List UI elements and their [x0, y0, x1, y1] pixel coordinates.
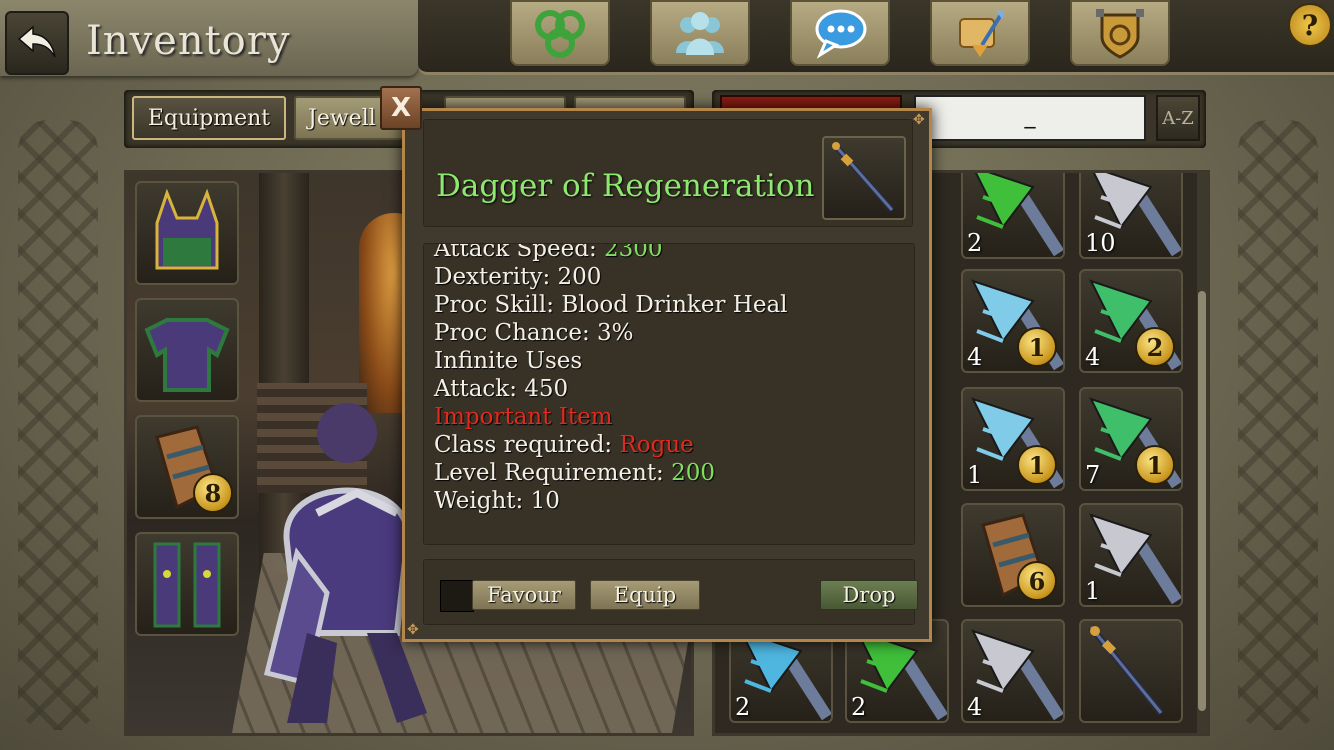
favour-checkbox[interactable] [440, 580, 474, 612]
page-title: Inventory [86, 18, 291, 64]
stat-dexterity: Dexterity: 200 [434, 264, 602, 290]
inventory-slot[interactable]: 10 [1079, 173, 1183, 259]
drop-button[interactable]: Drop [820, 580, 918, 610]
chat-bubble-icon [815, 9, 867, 59]
inventory-slot[interactable]: 11 [961, 387, 1065, 491]
corner-ornament: ✥ [913, 112, 925, 128]
popup-actions: Favour Equip Drop [423, 559, 918, 625]
nav-button-skills[interactable] [510, 0, 610, 66]
stat-proc-skill: Proc Skill: Blood Drinker Heal [434, 292, 788, 318]
inventory-slot[interactable]: 42 [1079, 269, 1183, 373]
equipment-slot-head[interactable] [135, 181, 239, 285]
sort-az-button[interactable]: A-Z [1156, 95, 1200, 141]
back-arrow-icon [17, 25, 56, 58]
inventory-slot[interactable]: 41 [961, 269, 1065, 373]
item-count: 2 [735, 693, 751, 721]
nav-button-quests[interactable] [930, 0, 1030, 66]
inventory-slot[interactable]: 1 [1079, 503, 1183, 607]
quest-scroll-icon [959, 10, 1004, 57]
item-stats: Attack Speed: 2300 Dexterity: 200 Proc S… [423, 243, 915, 545]
chest-armor-icon [144, 318, 230, 392]
stat-label: Attack Speed: [434, 243, 597, 262]
stat-level-requirement: Level Requirement: 200 [434, 460, 715, 486]
item-level-badge: 1 [1135, 445, 1175, 485]
item-level-badge: 6 [1017, 561, 1057, 601]
scrollbar-thumb[interactable] [1198, 291, 1206, 711]
item-count: 7 [1085, 461, 1101, 489]
stat-value: 200 [671, 460, 716, 486]
corner-ornament: ✥ [407, 622, 419, 638]
greaves-icon [153, 542, 221, 628]
stat-attack-speed: Attack Speed: 2300 [434, 243, 663, 262]
dagger-icon [1088, 624, 1164, 716]
popup-header: Dagger of Regeneration [423, 119, 913, 227]
stat-attack: Attack: 450 [434, 376, 569, 402]
inventory-slot[interactable]: 2 [961, 173, 1065, 259]
top-nav-bar: ? [418, 0, 1334, 75]
item-title: Dagger of Regeneration [436, 168, 815, 204]
item-count: 4 [967, 693, 983, 721]
celtic-knot-border-left [18, 120, 98, 730]
inventory-slot[interactable]: 4 [961, 619, 1065, 723]
equipment-slot-bracers[interactable]: 8 [135, 415, 239, 519]
item-icon-frame [822, 136, 906, 220]
search-input[interactable]: _ [914, 95, 1146, 141]
stat-important-item: Important Item [434, 404, 613, 430]
slot-count-badge: 8 [193, 473, 233, 513]
item-level-badge: 1 [1017, 445, 1057, 485]
stat-value: Rogue [619, 432, 694, 458]
item-level-badge: 1 [1017, 327, 1057, 367]
celtic-knot-border-right [1238, 120, 1318, 730]
guild-members-icon [676, 12, 724, 55]
inventory-slot[interactable]: 71 [1079, 387, 1183, 491]
equip-button[interactable]: Equip [590, 580, 700, 610]
item-level-badge: 2 [1135, 327, 1175, 367]
item-count: 1 [967, 461, 983, 489]
stat-value: 2300 [604, 243, 663, 262]
nav-button-guild[interactable] [1070, 0, 1170, 66]
stat-class-required: Class required: Rogue [434, 432, 694, 458]
header: Inventory [0, 0, 418, 76]
guild-crest-icon [1096, 9, 1144, 59]
horned-helmet-icon [155, 188, 219, 270]
dagger-icon [831, 142, 895, 212]
nav-button-social[interactable] [650, 0, 750, 66]
equipment-slot-legs[interactable] [135, 532, 239, 636]
stat-label: Class required: [434, 432, 613, 458]
item-count: 2 [967, 229, 983, 257]
tab-equipment[interactable]: Equipment [132, 96, 286, 140]
close-popup-button[interactable]: X [380, 86, 422, 130]
item-count: 2 [851, 693, 867, 721]
item-count: 4 [967, 343, 983, 371]
celtic-spiral-icon [535, 10, 585, 58]
equipment-slot-chest[interactable] [135, 298, 239, 402]
stat-label: Level Requirement: [434, 460, 664, 486]
item-detail-popup: ✥ ✥ Dagger of Regeneration Attack Speed:… [402, 108, 932, 642]
stat-proc-chance: Proc Chance: 3% [434, 320, 634, 346]
item-count: 10 [1085, 229, 1116, 257]
item-count: 4 [1085, 343, 1101, 371]
stat-weight: Weight: 10 [434, 488, 560, 514]
favour-button[interactable]: Favour [472, 580, 576, 610]
help-button[interactable]: ? [1288, 3, 1332, 47]
nav-button-chat[interactable] [790, 0, 890, 66]
item-count: 1 [1085, 577, 1101, 605]
back-button[interactable] [5, 11, 69, 75]
stat-uses: Infinite Uses [434, 348, 583, 374]
inventory-slot[interactable]: 6 [961, 503, 1065, 607]
inventory-slot[interactable] [1079, 619, 1183, 723]
